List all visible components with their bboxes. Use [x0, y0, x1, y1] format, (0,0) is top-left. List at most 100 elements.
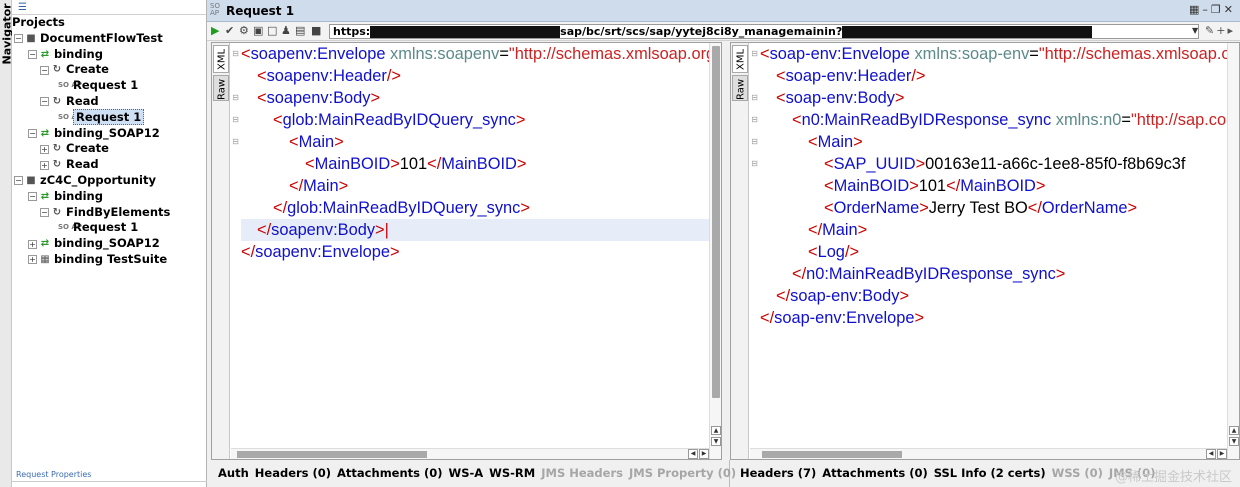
submit-request-icon[interactable]: ▶	[211, 24, 219, 37]
tree-node[interactable]: SO APRequest 1	[12, 78, 207, 94]
fold-icon[interactable]: ⊟	[231, 49, 240, 58]
xml-token: >	[390, 243, 400, 261]
tree-node[interactable]: SO APRequest 1	[12, 220, 207, 236]
response-hscroll-thumb[interactable]	[762, 451, 902, 458]
restore-icon[interactable]: ❐	[1211, 3, 1224, 16]
scroll-left-icon[interactable]: ◀	[688, 449, 698, 459]
expand-icon[interactable]: +	[28, 255, 37, 265]
bottom-tab[interactable]: Headers (7)	[740, 466, 816, 480]
binding-icon: ⇄	[40, 190, 50, 202]
collapse-icon[interactable]: −	[40, 207, 49, 217]
scroll-right-icon[interactable]: ▶	[1217, 449, 1227, 459]
tree-node[interactable]: + ↻ Create	[12, 141, 207, 157]
response-vertical-scrollbar[interactable]: ▲ ▼	[1227, 43, 1239, 459]
request-view-tabs: XML Raw	[212, 43, 230, 459]
tree-node[interactable]: + ⇄ binding_SOAP12	[12, 236, 207, 252]
scroll-right-icon[interactable]: ▶	[699, 449, 709, 459]
collapse-icon[interactable]: −	[28, 192, 37, 202]
request-properties-label[interactable]: Request Properties	[16, 470, 91, 479]
response-xml-code[interactable]: <soap-env:Envelope xmlns:soap-env="http:…	[760, 43, 1227, 448]
collapse-icon[interactable]: −	[40, 65, 49, 75]
scroll-up-icon[interactable]: ▲	[1229, 426, 1239, 435]
tree-node[interactable]: − ↻ Create	[12, 62, 207, 78]
bottom-tab[interactable]: WS-RM	[489, 466, 535, 480]
request-xml-tab[interactable]: XML	[213, 45, 229, 73]
split-view-icon[interactable]: □	[267, 24, 277, 37]
bottom-tab[interactable]: Attachments (0)	[337, 466, 443, 480]
request-vertical-scrollbar[interactable]: ▲ ▼	[709, 43, 721, 459]
request-vscroll-thumb[interactable]	[712, 46, 720, 398]
request-hscroll-thumb[interactable]	[237, 451, 427, 458]
tree-node[interactable]: − ■ zC4C_Opportunity	[12, 173, 207, 189]
xml-token: />	[844, 243, 860, 261]
endpoint-url-field[interactable]: https: sap/bc/srt/scs/sap/yytej8ci8y_mana…	[329, 24, 1199, 39]
bottom-tab[interactable]: JMS Headers	[541, 466, 623, 480]
response-xml-tab[interactable]: XML	[732, 45, 748, 73]
clone-icon[interactable]: ♟	[281, 24, 291, 37]
minimize-icon[interactable]: –	[1202, 3, 1211, 16]
window-controls[interactable]: ▦–❐✕	[1189, 3, 1236, 16]
tree-node[interactable]: − ⇄ binding	[12, 189, 207, 205]
tile-icon[interactable]: ▦	[1189, 3, 1202, 16]
scroll-down-icon[interactable]: ▼	[1229, 437, 1239, 446]
fold-icon[interactable]: ⊟	[231, 137, 240, 146]
fold-icon[interactable]: ⊟	[750, 137, 759, 146]
add-endpoint-icon[interactable]: +	[1216, 24, 1227, 37]
request-horizontal-scrollbar[interactable]: ◀ ▶	[231, 448, 709, 459]
edit-endpoint-icon[interactable]: ✎	[1205, 24, 1216, 37]
bottom-tab[interactable]: Auth	[218, 466, 249, 480]
bottom-tab[interactable]: Attachments (0)	[822, 466, 928, 480]
add-assertion-icon[interactable]: ✔	[225, 24, 234, 37]
fold-icon[interactable]: ⊟	[750, 93, 759, 102]
tree-node-label: zC4C_Opportunity	[40, 172, 156, 187]
wsdl-icon[interactable]: ⚙	[239, 24, 249, 37]
fold-icon[interactable]: ⊟	[750, 159, 759, 168]
tree-node[interactable]: − ⇄ binding	[12, 47, 207, 63]
tree-node[interactable]: + ↻ Read	[12, 157, 207, 173]
request-raw-tab[interactable]: Raw	[213, 75, 229, 101]
tree-node[interactable]: − ↻ Read	[12, 94, 207, 110]
fold-icon[interactable]: ⊟	[231, 115, 240, 124]
tree-node[interactable]: Projects	[12, 15, 207, 31]
bottom-tab[interactable]: JMS Property (0)	[629, 466, 736, 480]
expand-icon[interactable]: +	[40, 160, 49, 170]
more-icon[interactable]: ▸	[1227, 24, 1235, 37]
scroll-up-icon[interactable]: ▲	[711, 426, 721, 435]
tree-node[interactable]: SO APRequest 1	[12, 108, 207, 126]
cancel-icon[interactable]: ■	[311, 24, 321, 37]
url-dropdown-icon[interactable]: ▼	[1192, 26, 1198, 35]
collapse-icon[interactable]: −	[28, 50, 37, 59]
collapse-icon[interactable]: −	[40, 97, 49, 107]
list-view-icon[interactable]: ☰	[18, 2, 27, 13]
bottom-tab[interactable]: WS-A	[449, 466, 484, 480]
tree-node-label: binding_SOAP12	[54, 236, 160, 251]
bottom-tab[interactable]: Headers (0)	[255, 466, 331, 480]
fold-icon[interactable]: ⊟	[750, 115, 759, 124]
bottom-tab[interactable]: SSL Info (2 certs)	[934, 466, 1046, 480]
tree-node[interactable]: − ■ DocumentFlowTest	[12, 31, 207, 47]
options-icon[interactable]: ▤	[295, 24, 305, 37]
request-xml-code[interactable]: <soapenv:Envelope xmlns:soapenv="http://…	[241, 43, 709, 448]
endpoint-tools[interactable]: ✎+▸	[1205, 24, 1235, 37]
fold-icon[interactable]: ⊟	[750, 49, 759, 58]
tree-node[interactable]: − ⇄ binding_SOAP12	[12, 126, 207, 142]
tree-node-label: Read	[66, 157, 99, 172]
close-icon[interactable]: ✕	[1224, 3, 1236, 16]
expand-icon[interactable]: +	[28, 239, 37, 249]
response-raw-tab[interactable]: Raw	[732, 75, 748, 101]
response-horizontal-scrollbar[interactable]: ◀ ▶	[750, 448, 1227, 459]
xml-token: <	[776, 67, 786, 85]
bottom-tab[interactable]: WSS (0)	[1052, 466, 1103, 480]
scroll-left-icon[interactable]: ◀	[1206, 449, 1216, 459]
xml-token: >	[899, 287, 910, 305]
expand-icon[interactable]: +	[40, 144, 49, 154]
scroll-down-icon[interactable]: ▼	[711, 437, 721, 446]
fold-icon[interactable]: ⊟	[231, 93, 240, 102]
navigator-tab[interactable]: Navigator	[0, 0, 14, 487]
tree-node[interactable]: − ↻ FindByElements	[12, 205, 207, 221]
tree-node[interactable]: + ▦ binding TestSuite	[12, 252, 207, 268]
collapse-icon[interactable]: −	[14, 34, 23, 44]
collapse-icon[interactable]: −	[28, 128, 37, 138]
format-icon[interactable]: ▣	[253, 24, 263, 37]
collapse-icon[interactable]: −	[14, 176, 23, 186]
